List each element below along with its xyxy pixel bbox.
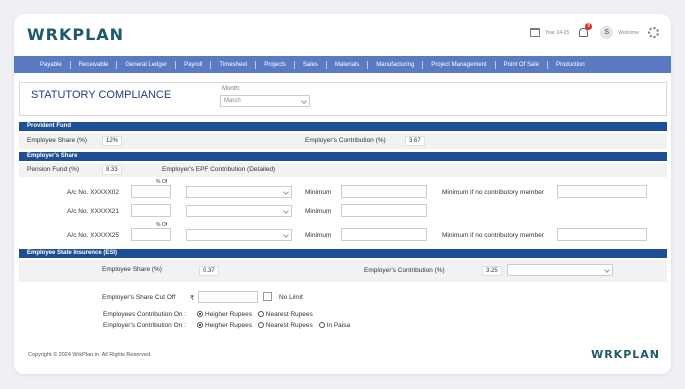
account-select[interactable] bbox=[186, 205, 292, 217]
account-label: A/c No. XXXXX25 bbox=[67, 232, 120, 239]
min-no-contrib-input[interactable] bbox=[557, 228, 647, 241]
nearest-rupees-label: Nearest Rupees bbox=[265, 311, 313, 318]
page-content: STATUTORY COMPLIANCE Month: March Provid… bbox=[19, 82, 667, 334]
nav-general-ledger[interactable]: General Ledger bbox=[117, 60, 177, 69]
pf-employee-share-value[interactable]: 12% bbox=[102, 136, 123, 146]
in-paisa-label: In Paisa bbox=[326, 322, 351, 329]
percent-input[interactable] bbox=[131, 185, 171, 198]
esi-options: Employer's Share Cut Off ₹ No Limit Empl… bbox=[19, 282, 667, 334]
welcome-text: Welcome bbox=[618, 29, 639, 36]
radio-higher-rupees[interactable] bbox=[197, 311, 203, 318]
footer-logo: WRKPLAN bbox=[591, 348, 660, 361]
calendar-icon[interactable] bbox=[529, 28, 540, 37]
esi-employer-contribution-value[interactable]: 3.25 bbox=[482, 266, 502, 276]
no-limit-label: No Limit bbox=[279, 294, 303, 301]
minimum-input[interactable] bbox=[341, 185, 427, 198]
higher-rupees-label: Heigher Rupees bbox=[205, 311, 252, 318]
notifications-button[interactable]: 8 bbox=[578, 23, 593, 38]
esi-employee-share-label: Employee Share (%) bbox=[102, 266, 162, 273]
higher-rupees-label: Heigher Rupees bbox=[205, 322, 252, 329]
nav-sales[interactable]: Sales bbox=[295, 60, 327, 69]
radio-nearest-rupees[interactable] bbox=[257, 322, 264, 329]
minimum-input[interactable] bbox=[341, 228, 427, 241]
chevron-down-icon bbox=[604, 267, 610, 273]
pf-employee-share-label: Employee Share (%) bbox=[27, 137, 87, 144]
section-employers-share: Employer's Share bbox=[19, 152, 667, 161]
min-no-contrib-label: Minimum if no contributory member bbox=[442, 189, 544, 196]
min-no-contrib-input[interactable] bbox=[557, 185, 647, 198]
nav-projects[interactable]: Projects bbox=[256, 60, 295, 69]
brand-logo[interactable]: WRKPLAN bbox=[27, 25, 124, 44]
month-label: Month: bbox=[222, 86, 241, 92]
pension-row: Pension Fund (%) 8.33 Employer's EPF Con… bbox=[19, 163, 667, 177]
account-select[interactable] bbox=[186, 229, 292, 241]
pf-employer-contribution-value[interactable]: 3.67 bbox=[405, 136, 425, 146]
gear-icon[interactable] bbox=[648, 27, 659, 38]
employees-contribution-label: Employees Contribution On : bbox=[103, 311, 187, 318]
minimum-label: Minimum bbox=[305, 208, 332, 215]
esi-share-row: Employee Share (%) 0.37 Employer's Contr… bbox=[19, 260, 667, 282]
fiscal-year[interactable]: Year 24-25 bbox=[545, 30, 569, 36]
employers-contribution-label: Employer's Contribution On : bbox=[103, 322, 186, 329]
nearest-rupees-label: Nearest Rupees bbox=[265, 322, 313, 329]
notification-badge: 8 bbox=[585, 23, 593, 30]
rupee-icon: ₹ bbox=[190, 295, 195, 302]
section-esi: Employee State Insurence (ESI) bbox=[19, 249, 667, 258]
radio-in-paisa[interactable] bbox=[318, 322, 325, 329]
title-panel: STATUTORY COMPLIANCE Month: March bbox=[19, 82, 667, 116]
chevron-down-icon bbox=[283, 208, 289, 214]
nav-payable[interactable]: Payable bbox=[32, 60, 71, 69]
chevron-down-icon bbox=[301, 98, 307, 104]
nav-manufacturing[interactable]: Manufacturing bbox=[368, 60, 424, 69]
employees-rounding-group: Heigher Rupees Nearest Rupees bbox=[193, 311, 313, 318]
nav-production[interactable]: Production bbox=[548, 61, 593, 69]
nav-point-of-sale[interactable]: Point Of Sale bbox=[496, 60, 549, 69]
account-label: A/c No. XXXXX21 bbox=[67, 208, 120, 215]
percent-input[interactable] bbox=[131, 228, 171, 241]
minimum-label: Minimum bbox=[305, 232, 332, 239]
employers-rounding-group: Heigher Rupees Nearest Rupees In Paisa bbox=[193, 322, 350, 329]
esi-employer-contribution-label: Employer's Contribution (%) bbox=[364, 267, 445, 274]
nav-receivable[interactable]: Receivable bbox=[71, 60, 118, 69]
pension-fund-label: Pension Fund (%) bbox=[27, 166, 80, 173]
esi-employee-share-value[interactable]: 0.37 bbox=[199, 266, 219, 276]
percent-input[interactable] bbox=[131, 204, 171, 217]
radio-nearest-rupees[interactable] bbox=[257, 311, 264, 318]
minimum-label: Minimum bbox=[305, 189, 332, 196]
esi-contribution-select[interactable] bbox=[507, 264, 613, 276]
nav-payroll[interactable]: Payroll bbox=[176, 60, 212, 69]
header-actions: Year 24-25 8 S Welcome bbox=[529, 23, 659, 39]
pf-employer-contribution-label: Employer's Contribution (%) bbox=[305, 137, 386, 144]
minimum-input[interactable] bbox=[341, 204, 427, 217]
epf-detailed-label: Employer's EPF Contribution (Detailed) bbox=[162, 166, 276, 173]
nav-timesheet[interactable]: Timesheet bbox=[211, 60, 257, 69]
month-value: March bbox=[224, 98, 241, 104]
account-label: A/c No. XXXXX02 bbox=[67, 189, 120, 196]
section-provident-fund: Provident Fund bbox=[19, 122, 667, 131]
copyright-text: Copyright © 2024 WrkPlan.in. All Rights … bbox=[28, 352, 152, 358]
top-header: WRKPLAN Year 24-25 8 S Welcome bbox=[14, 14, 671, 56]
nav-project-management[interactable]: Project Management bbox=[423, 60, 496, 69]
cutoff-input[interactable] bbox=[198, 291, 258, 303]
month-select[interactable]: March bbox=[220, 95, 310, 107]
epf-accounts: % Of A/c No. XXXXX02 Minimum Minimum if … bbox=[19, 177, 667, 245]
pf-row: Employee Share (%) 12% Employer's Contri… bbox=[19, 133, 667, 149]
no-limit-checkbox[interactable] bbox=[263, 292, 272, 301]
page-title: STATUTORY COMPLIANCE bbox=[31, 89, 172, 101]
radio-higher-rupees[interactable] bbox=[197, 322, 203, 329]
chevron-down-icon bbox=[283, 232, 289, 238]
main-card: WRKPLAN Year 24-25 8 S Welcome Payable R… bbox=[14, 14, 671, 374]
pension-fund-value[interactable]: 8.33 bbox=[102, 165, 122, 175]
min-no-contrib-label: Minimum if no contributory member bbox=[442, 232, 544, 239]
chevron-down-icon bbox=[283, 189, 289, 195]
main-nav: Payable Receivable General Ledger Payrol… bbox=[14, 56, 671, 73]
cutoff-label: Employer's Share Cut Off bbox=[102, 294, 176, 301]
avatar[interactable]: S bbox=[600, 26, 614, 39]
account-select[interactable] bbox=[186, 186, 292, 198]
nav-materials[interactable]: Materials bbox=[327, 60, 369, 69]
